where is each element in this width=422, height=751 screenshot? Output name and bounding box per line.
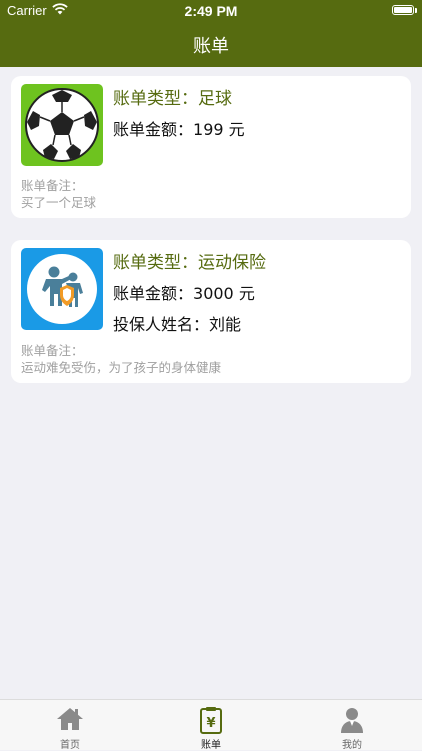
tab-home-label: 首页 [60, 740, 80, 751]
tab-bill[interactable]: ¥ 账单 [141, 700, 281, 751]
home-icon [57, 708, 83, 730]
bill-amount-value: 3000 元 [193, 284, 255, 303]
soccer-ball-icon [21, 84, 103, 166]
bill-amount: 账单金额：199 元 [113, 116, 245, 140]
page-title: 账单 [193, 36, 229, 57]
bill-type-label: 账单类型： [113, 89, 198, 109]
bill-icon: ¥ [200, 707, 222, 734]
bill-type: 账单类型：足球 [113, 84, 232, 109]
bill-card[interactable]: 账单类型：运动保险 账单金额：3000 元 投保人姓名：刘能 账单备注： 运动难… [11, 240, 411, 383]
insured-name: 投保人姓名：刘能 [113, 311, 241, 335]
tab-profile-label: 我的 [342, 740, 362, 751]
navigation-bar: Carrier 2:49 PM 账单 [0, 0, 422, 67]
battery-icon [392, 5, 417, 15]
tab-bar: 首页 ¥ 账单 我的 [0, 699, 422, 751]
bill-type: 账单类型：运动保险 [113, 248, 266, 273]
bill-type-value: 运动保险 [198, 253, 266, 273]
bill-amount-label: 账单金额： [113, 120, 194, 139]
bill-amount: 账单金额：3000 元 [113, 280, 255, 304]
tab-bill-label: 账单 [201, 740, 221, 751]
status-bar: Carrier 2:49 PM [0, 0, 422, 22]
bill-note: 买了一个足球 [21, 195, 97, 210]
bill-card[interactable]: 账单类型：足球 账单金额：199 元 账单备注： 买了一个足球 [11, 76, 411, 218]
insured-name-label: 投保人姓名： [113, 315, 210, 334]
svg-text:¥: ¥ [206, 716, 215, 731]
insured-name-value: 刘能 [209, 315, 242, 334]
bill-amount-label: 账单金额： [113, 284, 194, 303]
bill-type-label: 账单类型： [113, 253, 198, 273]
tab-home[interactable]: 首页 [0, 700, 140, 751]
bill-type-value: 足球 [198, 89, 232, 109]
family-insurance-icon [21, 248, 103, 330]
user-icon [341, 708, 363, 733]
status-time: 2:49 PM [184, 3, 238, 19]
bill-amount-value: 199 元 [193, 120, 245, 139]
tab-profile[interactable]: 我的 [282, 700, 422, 751]
bill-note: 运动难免受伤，为了孩子的身体健康 [21, 360, 222, 375]
